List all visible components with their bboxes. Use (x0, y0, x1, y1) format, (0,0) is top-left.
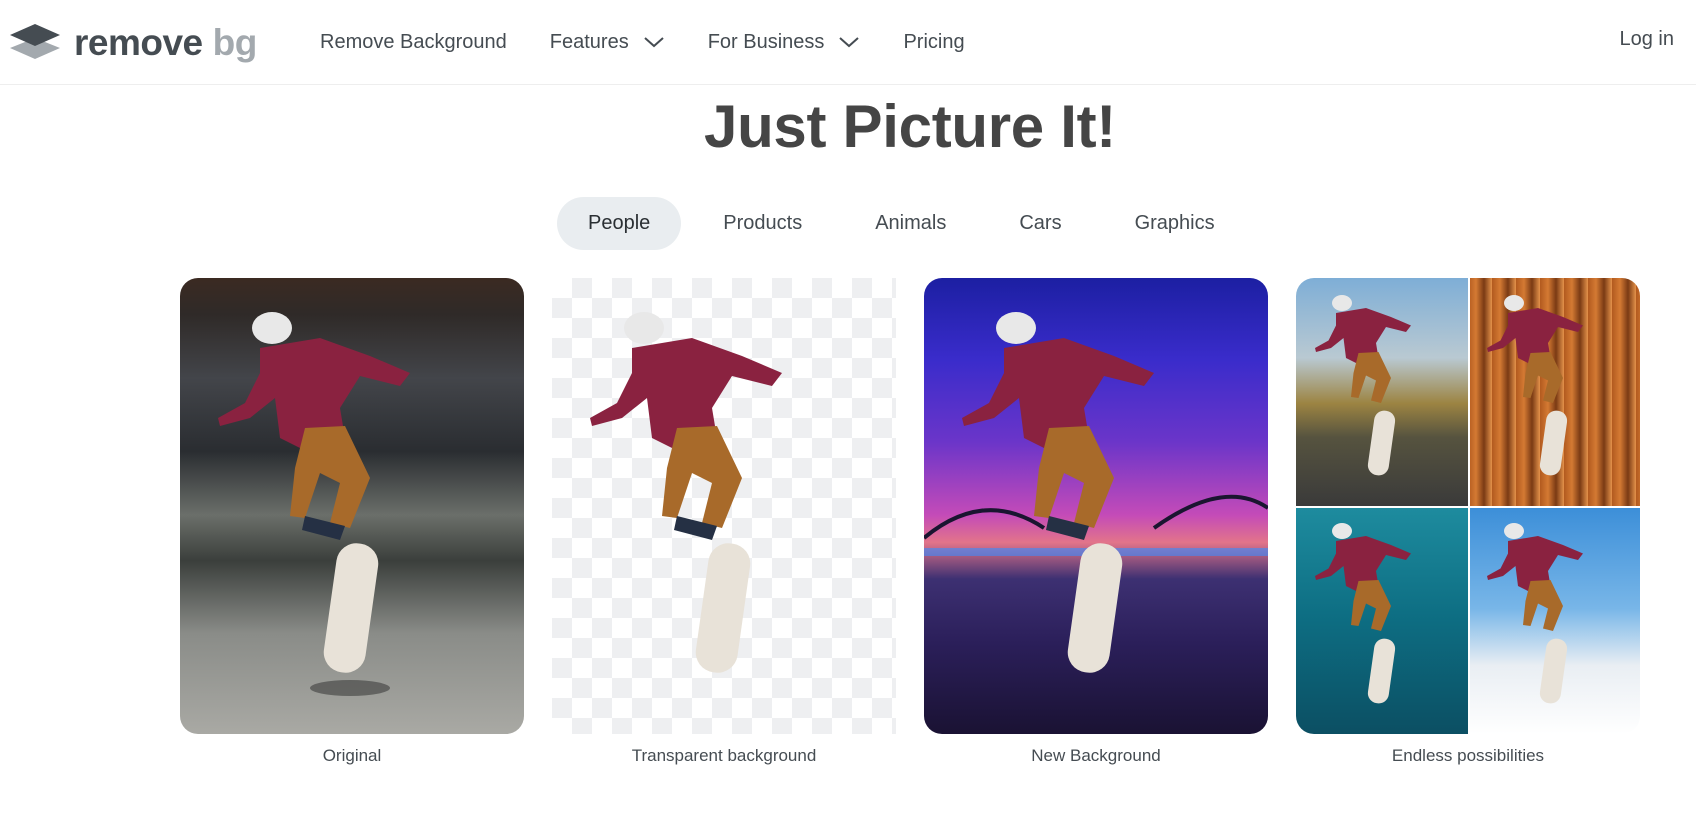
tab-people[interactable]: People (557, 197, 682, 250)
example-card-new-background: New Background (924, 278, 1268, 766)
tab-cars[interactable]: Cars (988, 197, 1092, 250)
logo-link[interactable]: remove bg (8, 20, 257, 64)
new-background-photo (924, 278, 1268, 734)
skater-figure-image (218, 312, 410, 696)
skater-figure-image (590, 312, 782, 673)
skater-figure-image (924, 312, 1268, 673)
nav-features-dropdown[interactable]: Features (550, 31, 665, 54)
chevron-down-icon (644, 37, 664, 48)
hero-heading-container: Just Picture It! (0, 92, 1696, 168)
card-caption: Original (322, 746, 382, 765)
logo-word-remove: remove (74, 21, 203, 63)
tab-animals[interactable]: Animals (844, 197, 977, 250)
logo-wordmark: remove bg (74, 24, 257, 61)
main-nav: Remove Background Features For Business … (320, 0, 1008, 84)
nav-for-business-label: For Business (707, 30, 825, 53)
example-card-endless: Endless possibilities (1296, 278, 1640, 766)
logo-word-bg: bg (212, 21, 258, 63)
nav-remove-background-label: Remove Background (320, 30, 507, 53)
nav-features-label: Features (549, 30, 629, 53)
nav-remove-background[interactable]: Remove Background (320, 31, 507, 54)
page-title: Just Picture It! (704, 93, 1116, 160)
nav-pricing[interactable]: Pricing (903, 31, 964, 54)
tab-products[interactable]: Products (692, 197, 833, 250)
card-caption: Endless possibilities (1391, 746, 1545, 765)
card-caption: Transparent background (631, 746, 817, 765)
nav-pricing-label: Pricing (903, 30, 965, 53)
card-caption: New Background (1031, 746, 1161, 765)
chevron-down-icon (839, 37, 860, 48)
login-link[interactable]: Log in (1620, 28, 1675, 51)
endless-possibilities-collage (1296, 278, 1640, 734)
example-card-original: Original (180, 278, 524, 766)
transparent-background-photo (552, 278, 896, 734)
original-photo (180, 278, 524, 734)
example-card-transparent: Transparent background (552, 278, 896, 766)
example-gallery: Original Transparent background New Back… (180, 278, 1640, 766)
tab-graphics[interactable]: Graphics (1104, 197, 1246, 250)
category-tabs: People Products Animals Cars Graphics (557, 197, 1257, 250)
top-navigation-bar: remove bg Remove Background Features For … (0, 0, 1696, 85)
layers-logo-icon (10, 24, 60, 59)
nav-for-business-dropdown[interactable]: For Business (708, 31, 861, 54)
skater-figure-image (1315, 295, 1583, 704)
